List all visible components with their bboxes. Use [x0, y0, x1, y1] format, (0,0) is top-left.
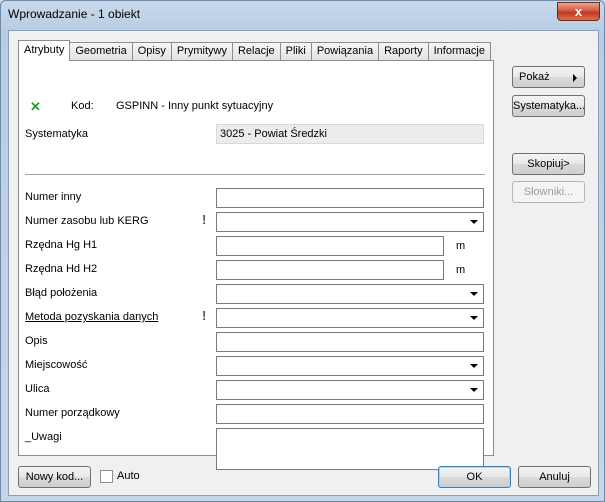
- unit-label: m: [456, 240, 466, 252]
- chevron-down-icon: [470, 316, 478, 320]
- tab-atrybuty[interactable]: Atrybuty: [18, 40, 71, 61]
- miejscowosc-select[interactable]: [216, 356, 484, 376]
- field-label-opis: Opis: [25, 335, 48, 347]
- opis-input[interactable]: [216, 332, 484, 352]
- title-bar[interactable]: Wprowadzanie - 1 obiekt x: [1, 1, 604, 29]
- ok-button[interactable]: OK: [438, 466, 511, 488]
- tab-informacje[interactable]: Informacje: [427, 42, 491, 60]
- slowniki-button[interactable]: Słowniki...: [512, 181, 585, 203]
- chevron-down-icon: [470, 220, 478, 224]
- systematyka-button[interactable]: Systematyka...: [512, 95, 585, 117]
- green-check-icon: ✕: [30, 99, 41, 114]
- auto-label[interactable]: Auto: [117, 470, 140, 482]
- field-label-numer-inny: Numer inny: [25, 191, 82, 203]
- ulica-select[interactable]: [216, 380, 484, 400]
- rzedna-h1-input[interactable]: [216, 236, 444, 256]
- chevron-down-icon: [470, 292, 478, 296]
- field-label-blad-polozenia: Błąd położenia: [25, 287, 98, 299]
- numer-inny-input[interactable]: [216, 188, 484, 208]
- field-label-uwagi: _Uwagi: [25, 431, 62, 443]
- field-label-metoda-pozyskania[interactable]: Metoda pozyskania danych: [25, 311, 158, 323]
- field-label-rzedna-h2: Rzędna Hd H2: [25, 263, 98, 275]
- attributes-panel: ✕ Kod: GSPINN - Inny punkt sytuacyjny Sy…: [18, 60, 494, 470]
- separator: [25, 174, 485, 175]
- field-label-rzedna-h1: Rzędna Hg H1: [25, 239, 98, 251]
- required-icon: !: [202, 212, 207, 227]
- rzedna-h2-input[interactable]: [216, 260, 444, 280]
- tab-pliki[interactable]: Pliki: [279, 42, 312, 60]
- chevron-down-icon: [470, 388, 478, 392]
- field-label-numer-zasobu: Numer zasobu lub KERG: [25, 215, 149, 227]
- tab-relacje[interactable]: Relacje: [231, 42, 281, 60]
- tab-raporty[interactable]: Raporty: [378, 42, 429, 60]
- kod-label: Kod:: [71, 100, 94, 112]
- blad-polozenia-select[interactable]: [216, 284, 484, 304]
- tab-opisy[interactable]: Opisy: [131, 42, 172, 60]
- pokaz-button[interactable]: Pokaż: [512, 66, 585, 88]
- unit-label: m: [456, 264, 466, 276]
- systematyka-label: Systematyka: [25, 128, 88, 140]
- systematyka-value: 3025 - Powiat Średzki: [216, 124, 484, 144]
- numer-zasobu-select[interactable]: [216, 212, 484, 232]
- tab-prymitywy[interactable]: Prymitywy: [170, 42, 233, 60]
- required-icon: !: [202, 308, 207, 323]
- anuluj-button[interactable]: Anuluj: [518, 466, 591, 488]
- window-title: Wprowadzanie - 1 obiekt: [8, 7, 141, 21]
- numer-porzadkowy-input[interactable]: [216, 404, 484, 424]
- dialog-client-area: Atrybuty Geometria Opisy Prymitywy Relac…: [8, 30, 599, 496]
- field-label-ulica: Ulica: [25, 383, 50, 395]
- skopiuj-button[interactable]: Skopiuj>: [512, 153, 585, 175]
- tab-powiazania[interactable]: Powiązania: [310, 42, 380, 60]
- kod-value: GSPINN - Inny punkt sytuacyjny: [116, 100, 274, 112]
- tab-geometria[interactable]: Geometria: [69, 42, 133, 60]
- pokaz-label: Pokaż: [519, 71, 550, 83]
- auto-checkbox[interactable]: [100, 470, 113, 483]
- chevron-down-icon: [470, 364, 478, 368]
- dialog-window: Wprowadzanie - 1 obiekt x Atrybuty Geome…: [0, 0, 605, 502]
- close-button[interactable]: x: [557, 2, 600, 21]
- field-label-numer-porzadkowy: Numer porządkowy: [25, 407, 120, 419]
- nowy-kod-button[interactable]: Nowy kod...: [18, 466, 91, 488]
- uwagi-textarea[interactable]: [216, 428, 484, 470]
- chevron-right-icon: [573, 74, 577, 82]
- metoda-pozyskania-select[interactable]: [216, 308, 484, 328]
- field-label-miejscowosc: Miejscowość: [25, 359, 88, 371]
- tab-strip: Atrybuty Geometria Opisy Prymitywy Relac…: [18, 40, 491, 61]
